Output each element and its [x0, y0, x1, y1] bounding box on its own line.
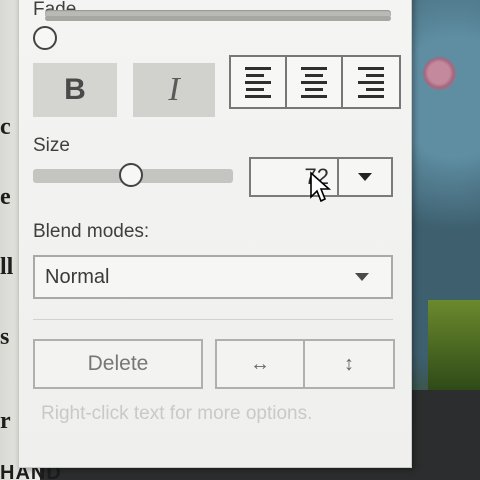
blend-modes-label: Blend modes: [33, 221, 150, 242]
fade-slider-track[interactable] [45, 16, 391, 21]
align-left-button[interactable] [231, 57, 287, 107]
blend-mode-value: Normal [45, 265, 110, 288]
background-text-fragment: r [0, 408, 11, 434]
mouse-pointer-icon [310, 171, 332, 203]
size-dropdown-button[interactable] [339, 159, 391, 195]
text-properties-panel: Fade B I Size 72 Blend modes: Normal Del… [18, 0, 412, 468]
italic-button[interactable]: I [133, 63, 215, 117]
background-text-fragment: ll [0, 254, 14, 280]
flip-horizontal-button[interactable]: ↔ [217, 341, 305, 387]
hint-text: Right-click text for more options. [41, 403, 313, 424]
background-text-fragment: c [0, 114, 11, 140]
blend-mode-select[interactable]: Normal [33, 255, 393, 299]
align-center-button[interactable] [287, 57, 343, 107]
delete-button[interactable]: Delete [33, 339, 203, 389]
size-slider-thumb[interactable] [119, 163, 143, 187]
flip-group: ↔ ↕ [215, 339, 395, 389]
flip-vertical-button[interactable]: ↕ [305, 341, 393, 387]
size-label: Size [33, 135, 70, 156]
bold-button[interactable]: B [33, 63, 117, 117]
flower-image [422, 56, 456, 90]
alignment-group [229, 55, 401, 109]
background-text-fragment: s [0, 324, 10, 350]
align-right-button[interactable] [343, 57, 399, 107]
background-text-fragment: e [0, 184, 11, 210]
fade-slider-thumb[interactable] [33, 26, 57, 50]
chevron-down-icon [358, 173, 372, 181]
chevron-down-icon [355, 273, 369, 281]
divider [33, 319, 393, 320]
background-photo [408, 0, 480, 390]
foliage-image [428, 300, 480, 390]
